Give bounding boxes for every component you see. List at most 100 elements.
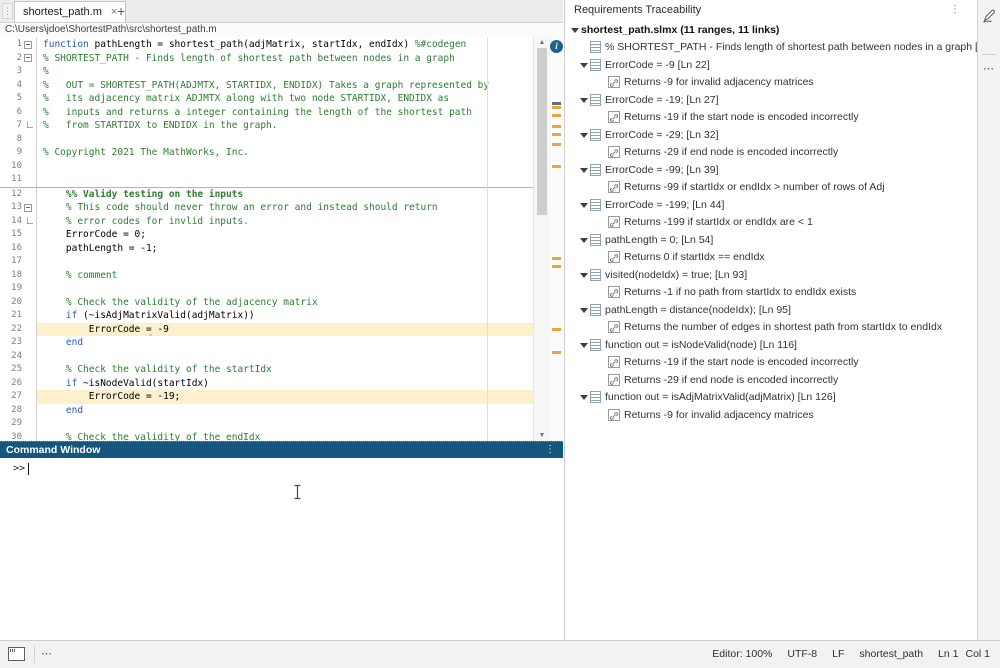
code-line-text[interactable]: % Copyright 2021 The MathWorks, Inc.	[36, 146, 533, 160]
code-line-text[interactable]: % Check the validity of the adjacency ma…	[36, 296, 533, 310]
code-line-text[interactable]: pathLength = -1;	[36, 242, 533, 256]
code-line-text[interactable]: function pathLength = shortest_path(adjM…	[36, 38, 533, 52]
pen-icon[interactable]	[981, 8, 997, 29]
code-line-text[interactable]: if (~isAdjMatrixValid(adjMatrix))	[36, 309, 533, 323]
tree-row-link[interactable]: Returns -1 if no path from startIdx to e…	[565, 284, 977, 302]
fold-end-icon	[27, 217, 33, 224]
tree-row-file[interactable]: shortest_path.slmx (11 ranges, 11 links)	[565, 21, 977, 39]
tree-row-range[interactable]: pathLength = distance(nodeIdx); [Ln 95]	[565, 301, 977, 319]
requirement-range-marker[interactable]	[552, 114, 561, 117]
code-line-text[interactable]: % Check the validity of the endIdx	[36, 431, 533, 442]
tree-row-range[interactable]: visited(nodeIdx) = true; [Ln 93]	[565, 266, 977, 284]
code-line-text[interactable]: end	[36, 336, 533, 350]
code-line-text[interactable]: % This code should never throw an error …	[36, 201, 533, 215]
tree-row-link[interactable]: Returns -99 if startIdx or endIdx > numb…	[565, 179, 977, 197]
code-line-text[interactable]: %	[36, 65, 533, 79]
command-window-title: Command Window	[6, 444, 100, 456]
code-line-text[interactable]: % from STARTIDX to ENDIDX in the graph.	[36, 119, 533, 133]
code-line-text[interactable]	[36, 255, 533, 269]
code-line-text[interactable]: % its adjacency matrix ADJMTX along with…	[36, 92, 533, 106]
tree-row-range[interactable]: function out = isNodeValid(node) [Ln 116…	[565, 336, 977, 354]
command-window[interactable]: >>	[0, 459, 563, 640]
scroll-up-icon[interactable]: ▲	[534, 39, 550, 46]
requirement-range-marker[interactable]	[552, 257, 561, 260]
tree-row-link[interactable]: Returns -9 for invalid adjacency matrice…	[565, 74, 977, 92]
tree-row-link[interactable]: Returns -29 if end node is encoded incor…	[565, 371, 977, 389]
code-line-text[interactable]	[36, 173, 533, 187]
requirement-range-marker[interactable]	[552, 125, 561, 128]
code-line-text[interactable]: % OUT = SHORTEST_PATH(ADJMTX, STARTIDX, …	[36, 79, 533, 93]
code-line-text[interactable]: ErrorCode = -19;	[36, 390, 533, 404]
code-line-text[interactable]: %% Validy testing on the inputs	[36, 188, 533, 202]
link-icon	[608, 181, 620, 193]
tree-row-link[interactable]: Returns -29 if end node is encoded incor…	[565, 144, 977, 162]
chevron-down-icon[interactable]	[580, 94, 590, 106]
requirement-range-marker[interactable]	[552, 165, 561, 168]
tree-row-link[interactable]: Returns 0 if startIdx == endIdx	[565, 249, 977, 267]
more-options-icon[interactable]: ⋯	[41, 641, 53, 668]
tree-row-range[interactable]: ErrorCode = -19; [Ln 27]	[565, 91, 977, 109]
code-line-text[interactable]: end	[36, 404, 533, 418]
line-number: 9	[0, 146, 22, 160]
code-line-text[interactable]: % Check the validity of the startIdx	[36, 363, 533, 377]
code-line-text[interactable]: % comment	[36, 269, 533, 283]
tree-row-range[interactable]: ErrorCode = -199; [Ln 44]	[565, 196, 977, 214]
tree-row-range[interactable]: % SHORTEST_PATH - Finds length of shorte…	[565, 39, 977, 57]
requirement-range-marker[interactable]	[552, 133, 561, 136]
code-line-text[interactable]	[36, 160, 533, 174]
scroll-down-icon[interactable]: ▼	[534, 432, 550, 439]
code-line-text[interactable]	[36, 350, 533, 364]
code-line-text[interactable]: ErrorCode = -9	[36, 323, 533, 337]
scrollbar-thumb[interactable]	[537, 48, 547, 215]
requirement-range-marker[interactable]	[552, 102, 561, 105]
tree-row-range[interactable]: function out = isAdjMatrixValid(adjMatri…	[565, 389, 977, 407]
panel-layout-icon[interactable]	[8, 647, 25, 661]
chevron-down-icon[interactable]	[580, 129, 590, 141]
chevron-down-icon[interactable]	[580, 199, 590, 211]
code-line-text[interactable]: % SHORTEST_PATH - Finds length of shorte…	[36, 52, 533, 66]
new-tab-button[interactable]: +	[112, 0, 130, 22]
tree-row-link[interactable]: Returns -199 if startIdx or endIdx are <…	[565, 214, 977, 232]
code-line-text[interactable]	[36, 282, 533, 296]
tab-shortest-path[interactable]: shortest_path.m ×	[14, 1, 126, 22]
chevron-down-icon[interactable]	[580, 339, 590, 351]
code-line-text[interactable]: if ~isNodeValid(startIdx)	[36, 377, 533, 391]
more-options-icon[interactable]: ⋯	[978, 62, 1000, 75]
tree-row-link[interactable]: Returns the number of edges in shortest …	[565, 319, 977, 337]
requirement-range-marker[interactable]	[552, 328, 561, 331]
chevron-down-icon[interactable]	[580, 234, 590, 246]
tree-row-link[interactable]: Returns -19 if the start node is encoded…	[565, 109, 977, 127]
fold-toggle-icon[interactable]	[24, 204, 32, 212]
code-editor[interactable]: 1function pathLength = shortest_path(adj…	[0, 37, 563, 441]
code-line-text[interactable]	[36, 417, 533, 431]
code-line-text[interactable]: ErrorCode = 0;	[36, 228, 533, 242]
chevron-down-icon[interactable]	[580, 59, 590, 71]
code-line-text[interactable]: % error codes for invlid inputs.	[36, 215, 533, 229]
tree-row-range[interactable]: ErrorCode = -9 [Ln 22]	[565, 56, 977, 74]
fold-toggle-icon[interactable]	[24, 41, 32, 49]
kebab-menu-icon[interactable]: ⋮	[545, 442, 555, 458]
chevron-down-icon[interactable]	[580, 304, 590, 316]
requirement-range-marker[interactable]	[552, 265, 561, 268]
tree-row-range[interactable]: ErrorCode = -29; [Ln 32]	[565, 126, 977, 144]
fold-toggle-icon[interactable]	[24, 54, 32, 62]
tree-row-range[interactable]: ErrorCode = -99; [Ln 39]	[565, 161, 977, 179]
chevron-down-icon[interactable]	[571, 24, 581, 36]
link-icon	[608, 286, 620, 298]
drag-handle-icon[interactable]: ⋮	[2, 3, 13, 19]
chevron-down-icon[interactable]	[580, 164, 590, 176]
tree-row-link[interactable]: Returns -19 if the start node is encoded…	[565, 354, 977, 372]
requirement-range-marker[interactable]	[552, 143, 561, 146]
code-line-text[interactable]	[36, 133, 533, 147]
code-line-text[interactable]: % inputs and returns a integer containin…	[36, 106, 533, 120]
requirement-range-marker[interactable]	[552, 106, 561, 109]
kebab-menu-icon[interactable]: ⋮	[950, 0, 960, 20]
info-icon[interactable]: i	[550, 40, 563, 53]
requirement-range-marker[interactable]	[552, 351, 561, 354]
tree-row-label: Returns -9 for invalid adjacency matrice…	[624, 409, 814, 421]
chevron-down-icon[interactable]	[580, 391, 590, 403]
editor-scrollbar[interactable]: ▲ ▼	[533, 37, 550, 441]
tree-row-link[interactable]: Returns -9 for invalid adjacency matrice…	[565, 406, 977, 424]
chevron-down-icon[interactable]	[580, 269, 590, 281]
tree-row-range[interactable]: pathLength = 0; [Ln 54]	[565, 231, 977, 249]
